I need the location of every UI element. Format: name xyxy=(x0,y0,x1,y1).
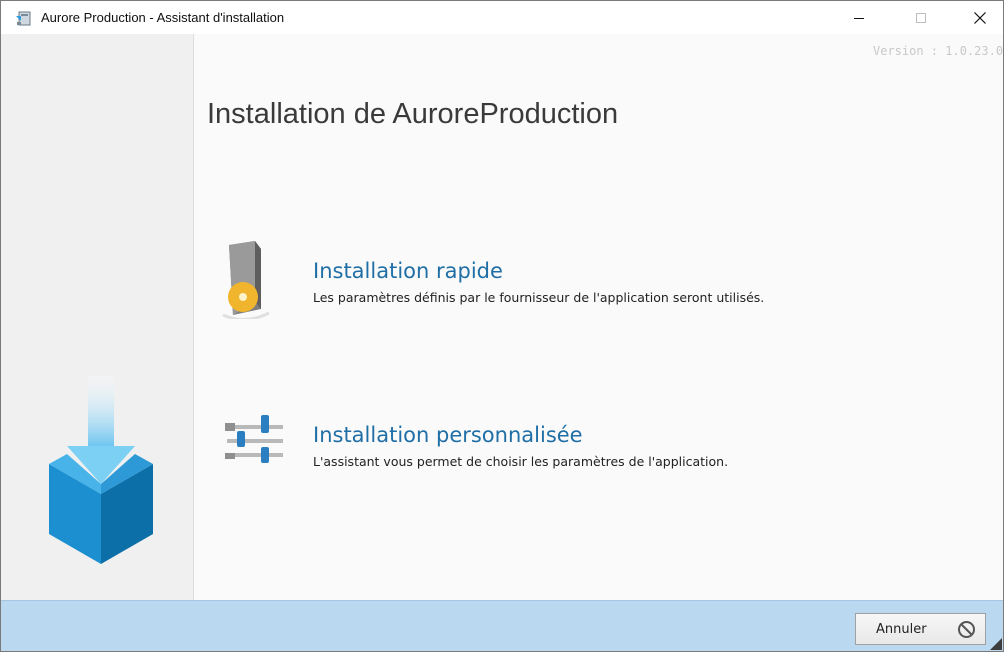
resize-grip-icon[interactable] xyxy=(990,638,1002,650)
cancel-button[interactable]: Annuler xyxy=(855,613,986,645)
title-bar[interactable]: Aurore Production - Assistant d'installa… xyxy=(1,1,1003,34)
window-title: Aurore Production - Assistant d'installa… xyxy=(41,10,285,25)
minimize-button[interactable] xyxy=(836,1,882,34)
page-title: Installation de AuroreProduction xyxy=(207,98,619,130)
settings-sliders-icon xyxy=(225,415,283,463)
footer-bar: Annuler xyxy=(1,600,1003,651)
package-disc-icon xyxy=(222,241,270,319)
custom-install-description: L'assistant vous permet de choisir les p… xyxy=(313,454,729,469)
maximize-icon xyxy=(916,12,926,23)
quick-install-option[interactable]: Installation rapide Les paramètres défin… xyxy=(215,239,915,329)
custom-install-title[interactable]: Installation personnalisée xyxy=(313,423,583,447)
quick-install-title[interactable]: Installation rapide xyxy=(313,259,503,283)
version-label: Version : 1.0.23.0 xyxy=(873,44,1004,58)
close-icon xyxy=(974,11,986,24)
minimize-icon xyxy=(854,17,864,19)
quick-install-description: Les paramètres définis par le fournisseu… xyxy=(313,290,765,305)
custom-install-option[interactable]: Installation personnalisée L'assistant v… xyxy=(215,403,915,493)
installer-window: Aurore Production - Assistant d'installa… xyxy=(0,0,1004,652)
download-box-logo-icon xyxy=(49,376,153,564)
close-button[interactable] xyxy=(957,1,1003,34)
sidebar-panel xyxy=(1,34,194,600)
maximize-button[interactable] xyxy=(898,1,944,34)
cancel-button-label: Annuler xyxy=(876,622,927,637)
cancel-circle-icon xyxy=(958,621,975,638)
installer-app-icon xyxy=(16,11,31,26)
